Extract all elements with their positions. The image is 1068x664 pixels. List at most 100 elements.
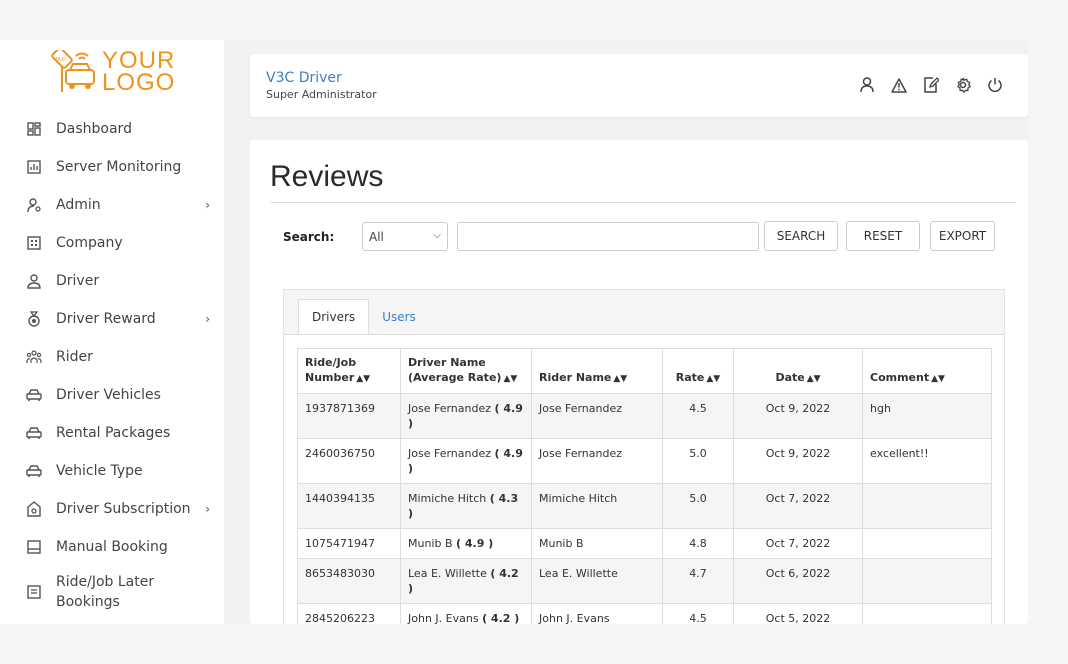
search-filter-select[interactable]: All ⌵	[362, 222, 448, 251]
column-header-driver-name[interactable]: Driver Name (Average Rate) ▲▼	[400, 348, 532, 394]
cell-ride-number: 1937871369	[297, 393, 401, 439]
search-label: Search:	[283, 230, 335, 244]
chevron-right-icon: ›	[205, 198, 210, 212]
sidebar: TAXI YOUR LOGO Dashboard Server Monitori…	[0, 40, 224, 624]
sidebar-item-driver-reward[interactable]: Driver Reward ›	[0, 300, 224, 338]
sidebar-item-label: Company	[56, 235, 123, 251]
header-bar: V3C Driver Super Administrator	[250, 54, 1028, 117]
car-icon	[26, 463, 42, 479]
cell-date: Oct 9, 2022	[733, 438, 863, 484]
average-rate: ( 4.9 )	[456, 537, 494, 550]
cell-driver-name: John J. Evans ( 4.2 )	[400, 603, 532, 624]
driver-icon	[26, 273, 42, 289]
sidebar-item-vehicle-type[interactable]: Vehicle Type	[0, 452, 224, 490]
cell-ride-number: 2460036750	[297, 438, 401, 484]
chevron-right-icon: ›	[205, 502, 210, 516]
medal-icon	[26, 311, 42, 327]
export-button[interactable]: EXPORT	[930, 221, 995, 251]
sidebar-item-driver-subscription[interactable]: Driver Subscription ›	[0, 490, 224, 528]
sidebar-item-driver[interactable]: Driver	[0, 262, 224, 300]
sidebar-item-rider[interactable]: Rider	[0, 338, 224, 376]
logo-badge: TAXI	[55, 57, 66, 63]
logo-line2: LOGO	[102, 69, 176, 96]
cell-rate: 4.8	[662, 528, 734, 559]
sidebar-item-admin[interactable]: Admin ›	[0, 186, 224, 224]
settings-icon[interactable]	[954, 76, 972, 94]
cell-ride-number: 8653483030	[297, 558, 401, 604]
sidebar-item-rental-packages[interactable]: Rental Packages	[0, 414, 224, 452]
cell-comment: excellent!!	[862, 438, 992, 484]
taxi-logo-icon: TAXI	[51, 50, 95, 92]
car-icon	[26, 387, 42, 403]
cell-rider-name: Lea E. Willette	[531, 558, 663, 604]
table-row: 1075471947 Munib B ( 4.9 ) Munib B 4.8 O…	[297, 528, 992, 559]
cell-driver-name: Mimiche Hitch ( 4.3 )	[400, 483, 532, 529]
cell-date: Oct 7, 2022	[733, 528, 863, 559]
cell-driver-name: Jose Fernandez ( 4.9 )	[400, 438, 532, 484]
reset-button[interactable]: RESET	[846, 221, 920, 251]
main-content: Reviews Search: All ⌵ SEARCH RESET EXPOR…	[250, 140, 1028, 624]
cell-date: Oct 6, 2022	[733, 558, 863, 604]
cell-rider-name: Jose Fernandez	[531, 438, 663, 484]
sort-icon: ▲▼	[806, 374, 821, 384]
sidebar-item-label: Driver Vehicles	[56, 387, 161, 403]
sidebar-item-server-monitoring[interactable]: Server Monitoring	[0, 148, 224, 186]
admin-user-icon	[26, 197, 42, 213]
column-header-rate[interactable]: Rate ▲▼	[662, 348, 734, 394]
sidebar-item-ride-job-later-bookings[interactable]: Ride/Job Later Bookings	[0, 566, 224, 618]
sidebar-item-label: Dashboard	[56, 121, 132, 137]
sidebar-item-label: Driver Reward	[56, 311, 156, 327]
cell-date: Oct 7, 2022	[733, 483, 863, 529]
sort-icon: ▲▼	[613, 374, 628, 384]
tab-users[interactable]: Users	[369, 299, 429, 335]
average-rate: ( 4.2 )	[482, 612, 520, 624]
column-header-ride-number[interactable]: Ride/Job Number ▲▼	[297, 348, 401, 394]
cell-rate: 4.5	[662, 393, 734, 439]
cell-rate: 5.0	[662, 438, 734, 484]
logo[interactable]: TAXI YOUR LOGO	[50, 49, 176, 96]
sidebar-item-dashboard[interactable]: Dashboard	[0, 110, 224, 148]
chevron-down-icon: ⌵	[433, 230, 441, 241]
column-header-rider-name[interactable]: Rider Name ▲▼	[531, 348, 663, 394]
sidebar-item-label: Manual Booking	[56, 539, 168, 555]
sidebar-nav: Dashboard Server Monitoring Admin › Comp…	[0, 110, 224, 618]
title-divider	[270, 202, 1016, 203]
edit-icon[interactable]	[922, 76, 940, 94]
header-title: V3C Driver	[266, 70, 342, 86]
cell-comment	[862, 603, 992, 624]
cell-comment	[862, 558, 992, 604]
sidebar-item-label: Vehicle Type	[56, 463, 143, 479]
table-row: 1440394135 Mimiche Hitch ( 4.3 ) Mimiche…	[297, 483, 992, 529]
sidebar-item-company[interactable]: Company	[0, 224, 224, 262]
search-input[interactable]	[457, 222, 759, 251]
cell-date: Oct 9, 2022	[733, 393, 863, 439]
cell-ride-number: 1440394135	[297, 483, 401, 529]
column-header-date[interactable]: Date ▲▼	[733, 348, 863, 394]
reviews-panel: Drivers Users Ride/Job Number ▲▼ Driver N…	[283, 289, 1005, 624]
cell-driver-name: Munib B ( 4.9 )	[400, 528, 532, 559]
header-actions	[858, 76, 1004, 94]
search-button[interactable]: SEARCH	[764, 221, 838, 251]
tab-drivers[interactable]: Drivers	[298, 299, 370, 335]
page-title: Reviews	[270, 160, 384, 193]
dashboard-icon	[26, 121, 42, 137]
cell-date: Oct 5, 2022	[733, 603, 863, 624]
reviews-tabs: Drivers Users	[298, 299, 429, 335]
power-icon[interactable]	[986, 76, 1004, 94]
sidebar-item-driver-vehicles[interactable]: Driver Vehicles	[0, 376, 224, 414]
sidebar-item-manual-booking[interactable]: Manual Booking	[0, 528, 224, 566]
cell-ride-number: 2845206223	[297, 603, 401, 624]
sidebar-item-label: Ride/Job Later Bookings	[56, 574, 155, 610]
cell-rider-name: Mimiche Hitch	[531, 483, 663, 529]
cell-rate: 4.5	[662, 603, 734, 624]
sort-icon: ▲▼	[503, 374, 518, 384]
user-icon[interactable]	[858, 76, 876, 94]
cell-rider-name: Munib B	[531, 528, 663, 559]
tab-content: Ride/Job Number ▲▼ Driver Name (Average R…	[284, 334, 1004, 624]
column-header-comment[interactable]: Comment ▲▼	[862, 348, 992, 394]
warning-icon[interactable]	[890, 76, 908, 94]
sort-icon: ▲▼	[931, 374, 945, 384]
sidebar-item-label: Admin	[56, 197, 101, 213]
sidebar-item-label: Driver Subscription	[56, 501, 191, 517]
cell-rate: 4.7	[662, 558, 734, 604]
